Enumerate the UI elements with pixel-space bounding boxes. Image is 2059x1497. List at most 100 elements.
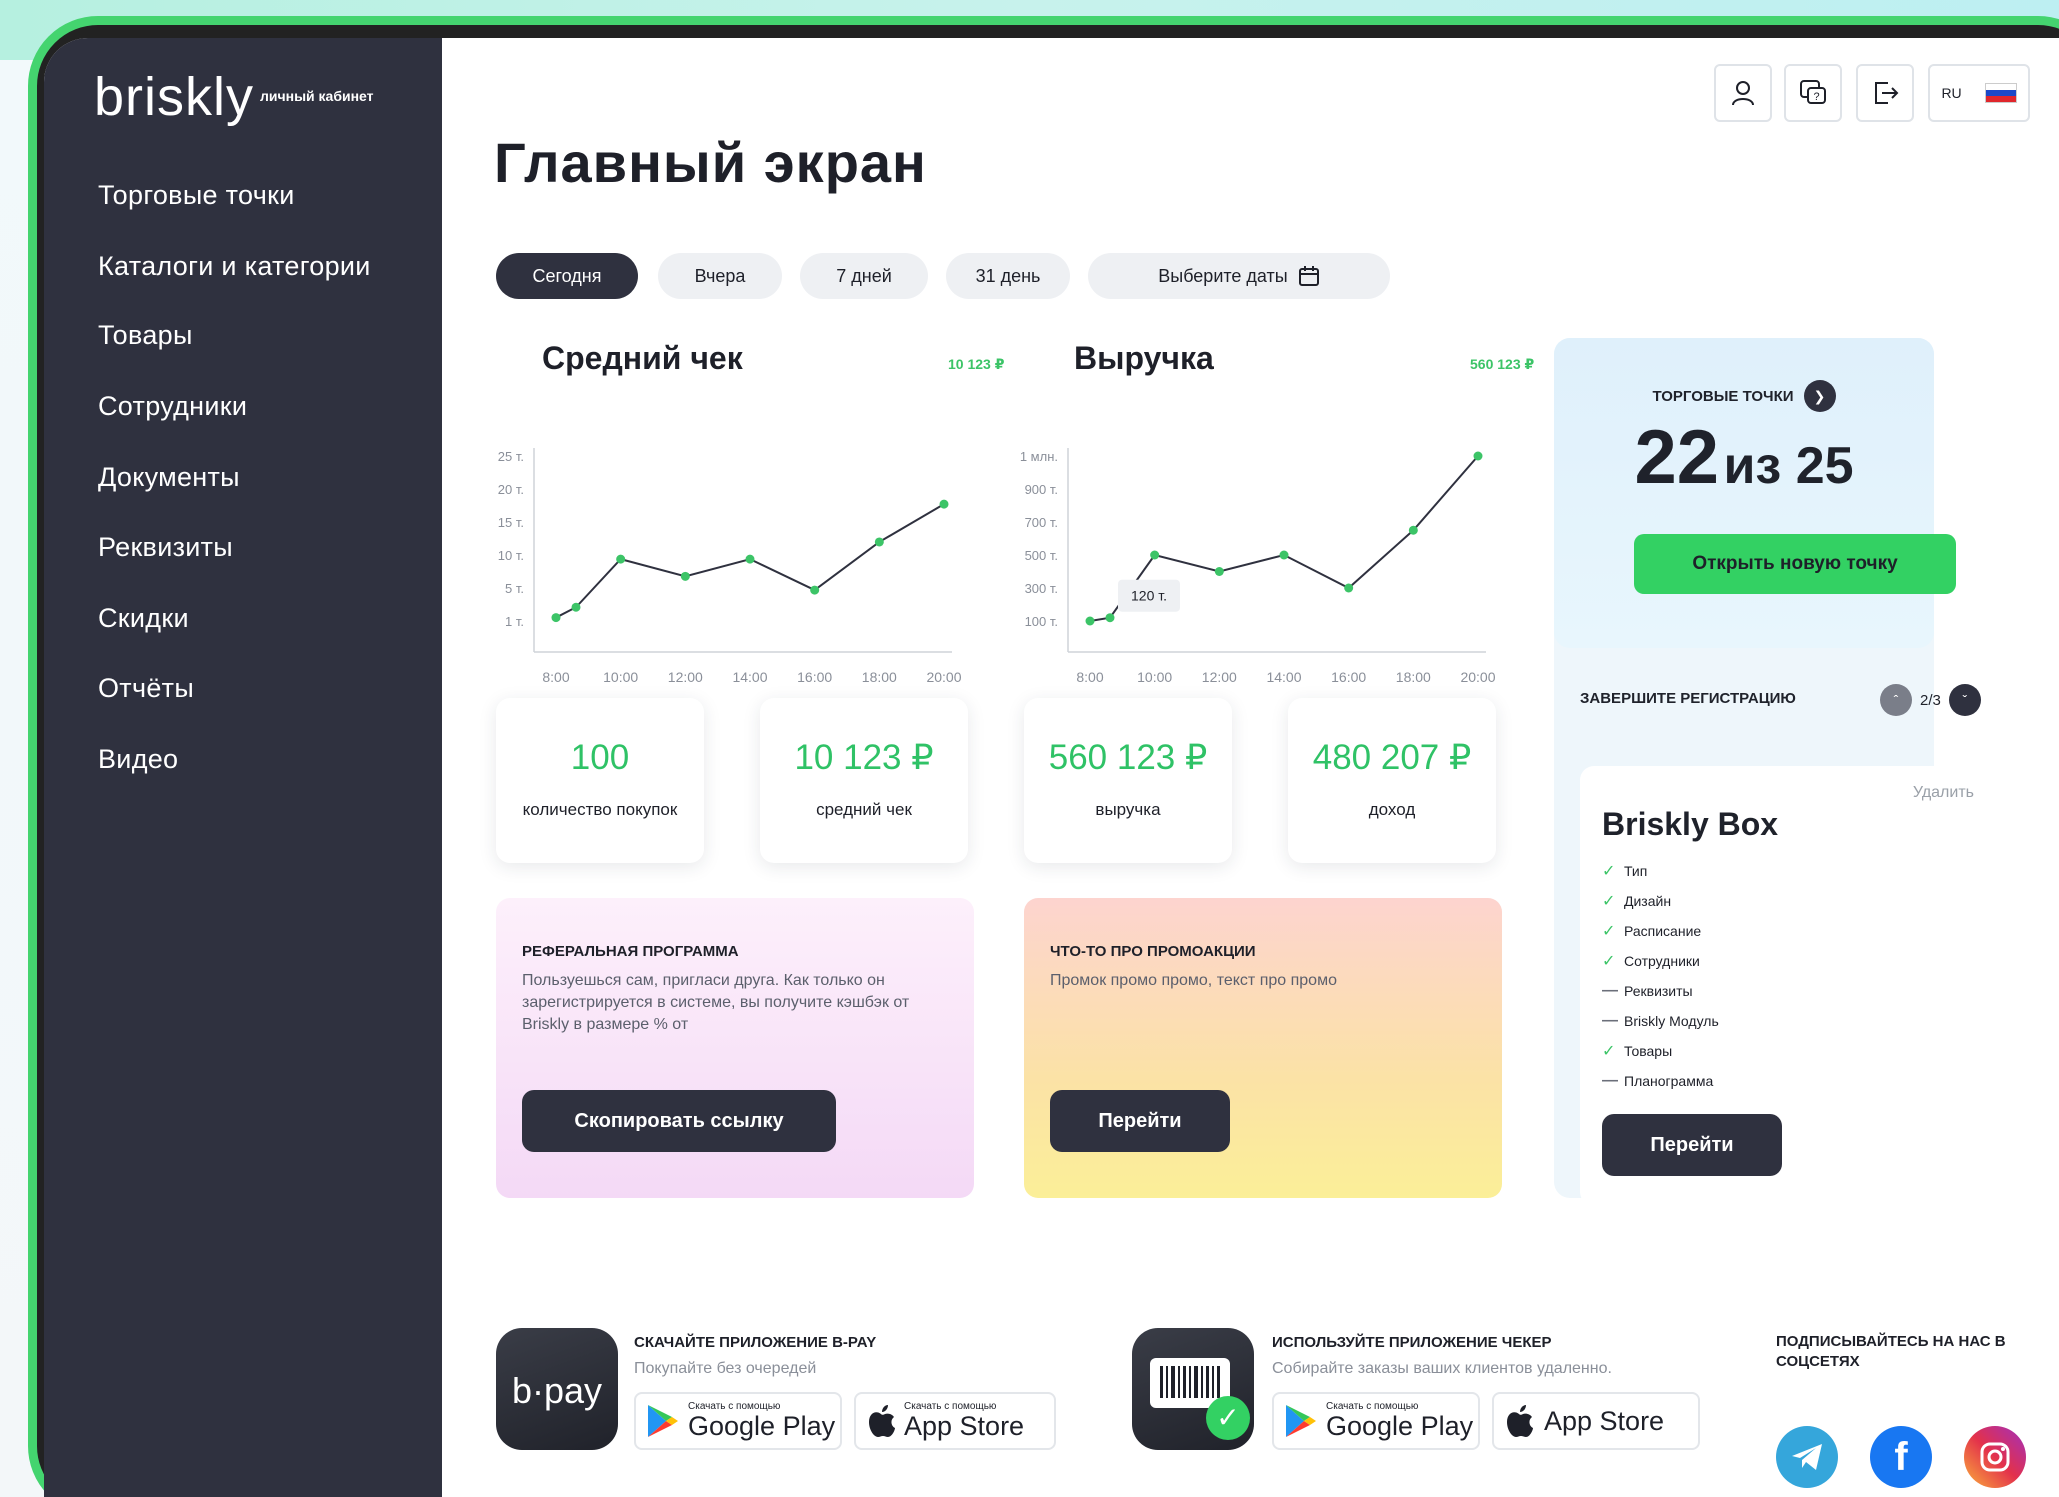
russian-flag-icon <box>1984 83 2017 103</box>
data-point[interactable] <box>1150 550 1160 560</box>
store-name: Google Play <box>1326 1411 1474 1441</box>
svg-text:?: ? <box>1813 91 1819 103</box>
bpay-app-store-button[interactable]: Скачать с помощью App Store <box>854 1392 1056 1450</box>
data-point[interactable] <box>874 537 884 547</box>
y-tick-label: 15 т. <box>498 515 524 530</box>
data-point[interactable] <box>571 602 581 612</box>
sidebar-item-requisites[interactable]: Реквизиты <box>98 532 233 563</box>
open-new-store-button[interactable]: Открыть новую точку <box>1634 534 1956 594</box>
x-tick-label: 14:00 <box>1266 669 1301 685</box>
app-screen: briskly личный кабинет Торговые точки Ка… <box>44 38 2059 1497</box>
stat-card-purchases: 100 количество покупок <box>496 698 704 863</box>
sidebar-item-video[interactable]: Видео <box>98 744 178 775</box>
data-point[interactable] <box>1344 583 1354 593</box>
referral-card: РЕФЕРАЛЬНАЯ ПРОГРАММА Пользуешься сам, п… <box>496 898 974 1198</box>
language-selector[interactable]: RU <box>1928 64 2030 122</box>
stat-label: выручка <box>1095 800 1161 819</box>
data-point[interactable] <box>1214 567 1224 576</box>
registration-card: Удалить Briskly Box ✓ Тип ✓ Дизайн ✓ Расписан… <box>1580 766 1998 1206</box>
tooltip-text: 120 т. <box>1131 588 1167 604</box>
data-point[interactable] <box>680 571 690 581</box>
check-icon: ✓ <box>1602 953 1616 970</box>
chevron-up-icon[interactable]: ˆ <box>1880 684 1912 716</box>
avg-check-total: 10 123 ₽ <box>948 356 1005 372</box>
sidebar-item-documents[interactable]: Документы <box>98 462 240 493</box>
y-tick-label: 900 т. <box>1025 482 1058 497</box>
sidebar: briskly личный кабинет Торговые точки Ка… <box>44 38 442 1497</box>
data-point[interactable] <box>616 554 626 564</box>
data-point[interactable] <box>939 499 949 509</box>
registration-go-button[interactable]: Перейти <box>1602 1114 1782 1176</box>
promo-go-button[interactable]: Перейти <box>1050 1090 1230 1152</box>
logo[interactable]: briskly <box>94 66 254 128</box>
avg-check-title: Средний чек <box>542 340 743 376</box>
data-point[interactable] <box>1085 616 1095 626</box>
bpay-google-play-button[interactable]: Скачать с помощью Google Play <box>634 1392 842 1450</box>
bpay-app-icon[interactable]: b·pay <box>496 1328 618 1450</box>
checker-app-icon[interactable]: ✓ <box>1132 1328 1254 1450</box>
main-content: Главный экран ? RU Сегодня Вчера 7 дней … <box>442 38 2059 1497</box>
y-tick-label: 25 т. <box>498 449 524 464</box>
logout-button[interactable] <box>1856 64 1914 122</box>
data-point[interactable] <box>745 554 755 564</box>
checker-app-store-button[interactable]: App Store <box>1492 1392 1700 1450</box>
sidebar-item-discounts[interactable]: Скидки <box>98 603 189 634</box>
check-icon: ✓ <box>1602 923 1616 940</box>
data-point[interactable] <box>1105 613 1115 623</box>
stat-label: средний чек <box>816 800 912 819</box>
x-tick-label: 10:00 <box>1137 669 1172 685</box>
chevron-down-icon[interactable]: ˇ <box>1948 684 1981 716</box>
filter-yesterday[interactable]: Вчера <box>658 253 782 299</box>
registration-steps: ✓ Тип ✓ Дизайн ✓ Расписание ✓ Сотрудники — Реквиз… <box>1602 856 1719 1096</box>
stat-card-avg-check: 10 123 ₽ средний чек <box>760 698 968 863</box>
bpay-title: СКАЧАЙТЕ ПРИЛОЖЕНИЕ B-PAY <box>634 1334 877 1351</box>
facebook-icon[interactable]: f <box>1870 1426 1932 1488</box>
dash-icon: — <box>1602 982 1618 999</box>
data-point[interactable] <box>1473 451 1483 461</box>
sidebar-item-products[interactable]: Товары <box>98 320 193 351</box>
social-title: ПОДПИСЫВАЙТЕСЬ НА НАС В СОЦСЕТЯХ <box>1776 1333 2006 1370</box>
sidebar-item-employees[interactable]: Сотрудники <box>98 391 247 422</box>
revenue-total: 560 123 ₽ <box>1470 356 1535 372</box>
data-point[interactable] <box>1408 525 1418 535</box>
copy-link-button[interactable]: Скопировать ссылку <box>522 1090 836 1152</box>
x-tick-label: 12:00 <box>668 669 703 685</box>
stat-label: доход <box>1368 800 1416 819</box>
bpay-logo-text: b·pay <box>511 1370 603 1411</box>
delete-link[interactable]: Удалить <box>1913 784 1974 802</box>
checker-title: ИСПОЛЬЗУЙТЕ ПРИЛОЖЕНИЕ ЧЕКЕР <box>1272 1334 1552 1351</box>
registration-step: — Планограмма <box>1602 1066 1719 1096</box>
data-point[interactable] <box>810 585 820 595</box>
help-button[interactable]: ? <box>1784 64 1842 122</box>
profile-button[interactable] <box>1714 64 1772 122</box>
store-name: Google Play <box>688 1411 836 1441</box>
checker-google-play-button[interactable]: Скачать с помощью Google Play <box>1272 1392 1480 1450</box>
filter-31-days[interactable]: 31 день <box>946 253 1070 299</box>
stat-value: 480 207 ₽ <box>1312 738 1472 777</box>
sidebar-item-catalogs[interactable]: Каталоги и категории <box>98 251 371 282</box>
stat-label: количество покупок <box>522 800 678 819</box>
dash-icon: — <box>1602 1072 1618 1089</box>
check-icon: ✓ <box>1206 1396 1250 1440</box>
step-label: Расписание <box>1624 923 1702 939</box>
registration-step: ✓ Дизайн <box>1602 886 1719 916</box>
y-tick-label: 1 млн. <box>1020 449 1058 464</box>
telegram-icon[interactable] <box>1776 1426 1838 1488</box>
sidebar-item-stores[interactable]: Торговые точки <box>98 180 295 211</box>
y-tick-label: 5 т. <box>505 581 524 596</box>
registration-step: ✓ Расписание <box>1602 916 1719 946</box>
filter-today[interactable]: Сегодня <box>496 253 638 299</box>
data-point[interactable] <box>1279 550 1289 560</box>
promo-card: ЧТО-ТО ПРО ПРОМОАКЦИИ Промок промо промо… <box>1024 898 1502 1198</box>
instagram-icon[interactable] <box>1964 1426 2026 1488</box>
y-tick-label: 100 т. <box>1025 614 1058 629</box>
filter-7-days[interactable]: 7 дней <box>800 253 928 299</box>
y-tick-label: 10 т. <box>498 548 524 563</box>
arrow-right-icon[interactable]: ❯ <box>1803 380 1836 412</box>
y-tick-label: 20 т. <box>498 482 524 497</box>
data-point[interactable] <box>551 613 561 623</box>
date-picker[interactable]: Выберите даты <box>1088 253 1390 299</box>
y-tick-label: 500 т. <box>1025 548 1058 563</box>
promo-title: ЧТО-ТО ПРО ПРОМОАКЦИИ <box>1050 943 1256 960</box>
sidebar-item-reports[interactable]: Отчёты <box>98 673 194 704</box>
